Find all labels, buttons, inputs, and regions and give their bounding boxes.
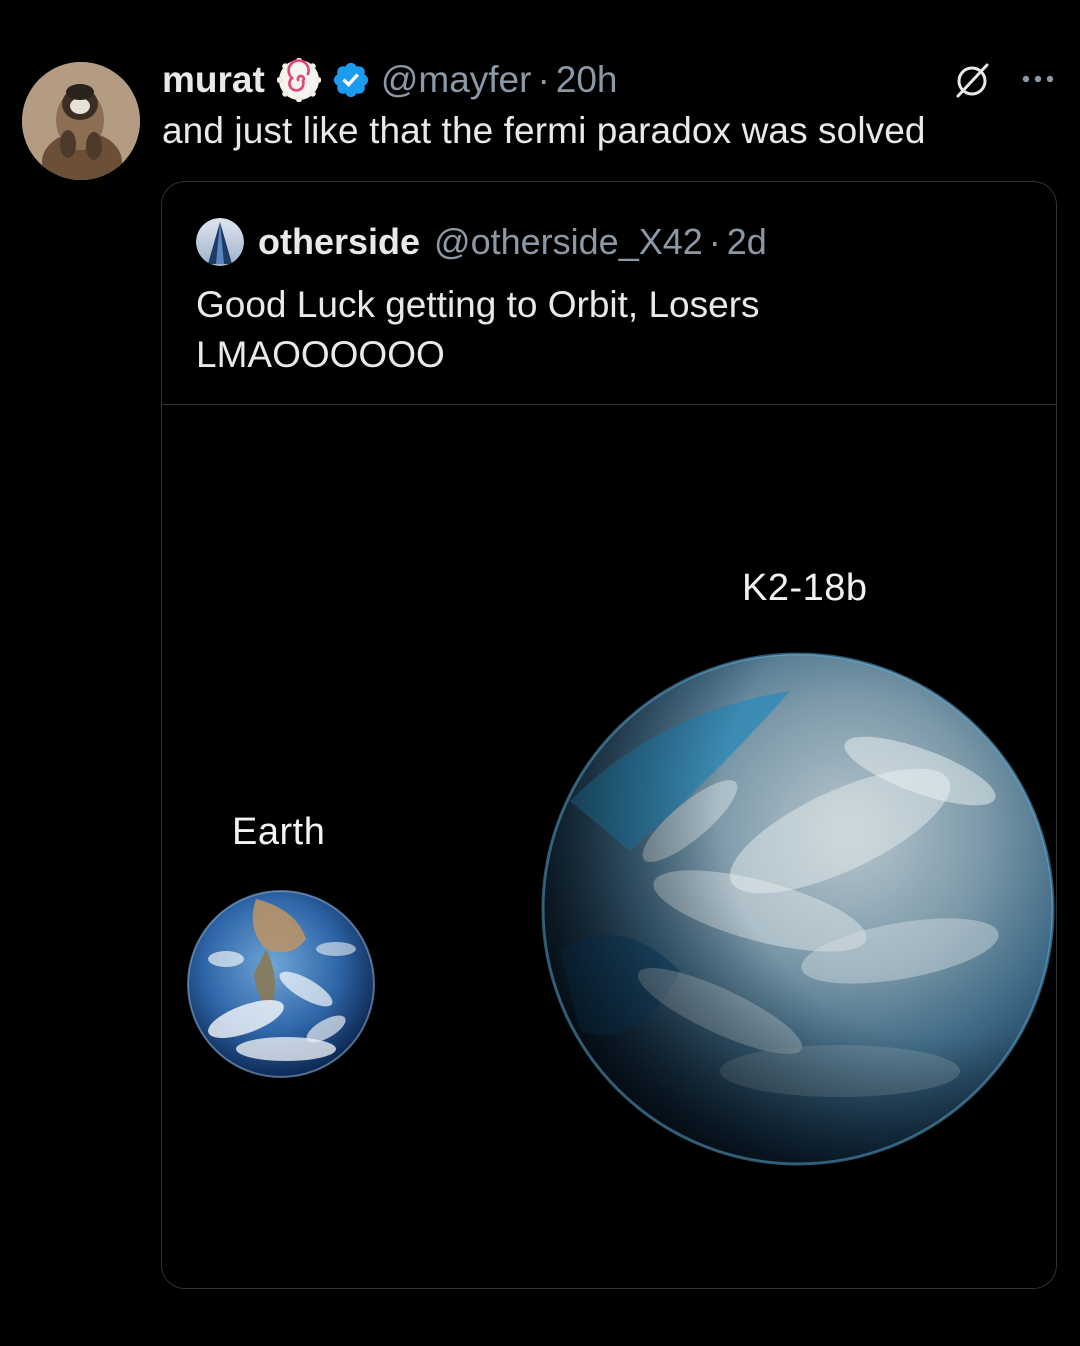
quoted-tweet-timestamp[interactable]: 2d [727, 221, 767, 262]
more-options-icon[interactable] [1018, 64, 1058, 94]
grok-icon[interactable] [952, 60, 992, 100]
author-handle-and-time: @mayfer · 20h [381, 59, 618, 101]
quoted-tweet-image[interactable]: Earth K2-18b [162, 404, 1056, 1288]
separator-dot: · [537, 59, 550, 100]
verified-badge-icon [331, 60, 371, 100]
quoted-author-handle[interactable]: @otherside_X42 [434, 221, 703, 262]
naruto-swirl-emoji-icon [276, 57, 322, 103]
earth-planet-image [187, 890, 375, 1078]
author-display-name[interactable]: murat [162, 59, 265, 101]
quoted-tweet-header: otherside @otherside_X42 · 2d [196, 218, 767, 266]
quoted-author-handle-and-time: @otherside_X42 · 2d [434, 221, 767, 263]
earth-label: Earth [232, 811, 326, 853]
quoted-tweet-text: Good Luck getting to Orbit, Losers LMAOO… [196, 280, 1026, 380]
quoted-author-avatar[interactable] [196, 218, 244, 266]
tweet-timestamp[interactable]: 20h [556, 59, 618, 100]
quoted-tweet-card[interactable]: otherside @otherside_X42 · 2d Good Luck ge… [161, 181, 1057, 1289]
author-avatar[interactable] [22, 62, 140, 180]
tweet-header: murat @mayfer · 20h [162, 57, 618, 103]
quoted-text-line: Good Luck getting to Orbit, Losers [196, 284, 760, 325]
k2-18b-planet-image [541, 652, 1055, 1166]
quoted-text-line: LMAOOOOOO [196, 334, 445, 375]
quoted-author-display-name[interactable]: otherside [258, 221, 420, 263]
k2-18b-label: K2-18b [742, 567, 868, 609]
separator-dot: · [708, 221, 721, 262]
tweet-text: and just like that the fermi paradox was… [162, 110, 926, 151]
author-handle[interactable]: @mayfer [381, 59, 532, 100]
